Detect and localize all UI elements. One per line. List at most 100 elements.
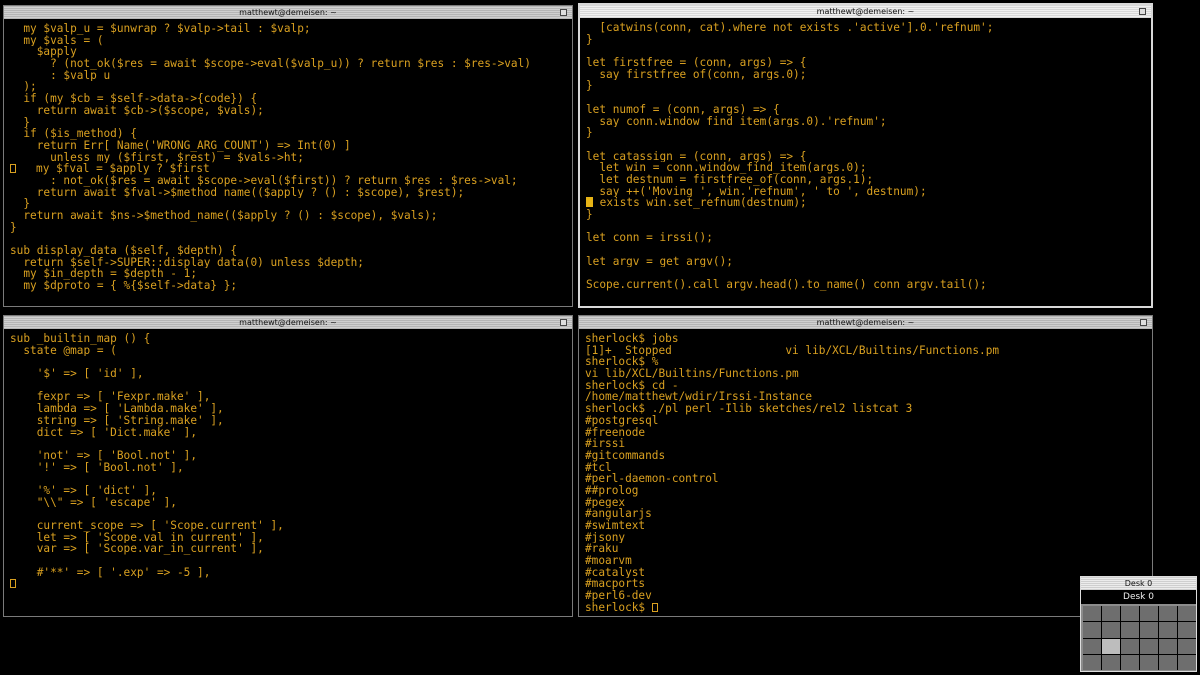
terminal-line: unless my ($first, $rest) = $vals->ht; bbox=[10, 151, 304, 164]
titlebar[interactable]: matthewt@demeisen: ~ bbox=[4, 316, 572, 329]
terminal-content[interactable]: sherlock$ jobs [1]+ Stopped vi lib/XCL/Bu… bbox=[579, 329, 1152, 614]
terminal-line: #tcl bbox=[585, 461, 612, 474]
terminal-line: say conn.window_find_item(args.0).'refnu… bbox=[586, 115, 887, 128]
terminal-line: #macports bbox=[585, 578, 646, 591]
terminal-line: string => [ 'String.make' ], bbox=[10, 414, 224, 427]
pager-desktop-cell[interactable] bbox=[1102, 638, 1120, 654]
terminal-line: '$' => [ 'id' ], bbox=[10, 368, 144, 380]
pager-desktop-name[interactable]: Desk 0 bbox=[1081, 590, 1196, 604]
pager-desktop-cell[interactable] bbox=[1102, 622, 1120, 638]
pager-desktop-cell[interactable] bbox=[1159, 654, 1177, 670]
terminal-content[interactable]: sub _builtin_map () { state @map = ( '$'… bbox=[4, 329, 572, 590]
terminal-content[interactable]: [catwins(conn, cat).where not exists .'a… bbox=[580, 18, 1151, 291]
close-icon[interactable] bbox=[560, 9, 567, 16]
close-icon[interactable] bbox=[560, 319, 567, 326]
pager-desktop-cell[interactable] bbox=[1140, 606, 1158, 622]
terminal-line: my $valp_u = $unwrap ? $valp->tail : $va… bbox=[10, 23, 311, 35]
titlebar[interactable]: matthewt@demeisen: ~ bbox=[580, 5, 1151, 18]
terminal-line: return await $ns->$method_name(($apply ?… bbox=[10, 210, 438, 222]
terminal-line: let firstfree = (conn, args) => { bbox=[586, 57, 807, 69]
terminal-window-bottom-right[interactable]: matthewt@demeisen: ~ sherlock$ jobs [1]+ … bbox=[578, 315, 1153, 617]
terminal-line: #moarvm bbox=[585, 555, 632, 567]
pager-desktop-cell[interactable] bbox=[1083, 638, 1101, 654]
terminal-content[interactable]: my $valp_u = $unwrap ? $valp->tail : $va… bbox=[4, 19, 572, 292]
terminal-line: #swimtext bbox=[585, 520, 646, 532]
pager-title: Desk 0 bbox=[1081, 577, 1196, 590]
pager-desktop-cell[interactable] bbox=[1140, 638, 1158, 654]
terminal-line: sub _builtin_map () { bbox=[10, 333, 151, 345]
terminal-line: if (my $cb = $self->data->{code}) { bbox=[10, 93, 258, 105]
terminal-line: '%' => [ 'dict' ], bbox=[10, 484, 157, 497]
window-title: matthewt@demeisen: ~ bbox=[235, 8, 341, 17]
pager-desktop-cell[interactable] bbox=[1178, 654, 1196, 670]
terminal-line: '!' => [ 'Bool.not' ], bbox=[10, 461, 184, 474]
pager-desktop-cell[interactable] bbox=[1083, 606, 1101, 622]
pager-desktop-cell[interactable] bbox=[1178, 622, 1196, 638]
pager-grid[interactable] bbox=[1083, 606, 1196, 670]
pager-desktop-cell[interactable] bbox=[1121, 606, 1139, 622]
terminal-line: current_scope => [ 'Scope.current' ], bbox=[10, 520, 284, 532]
titlebar[interactable]: matthewt@demeisen: ~ bbox=[4, 6, 572, 19]
terminal-line: my $in_depth = $depth - 1; bbox=[10, 268, 198, 281]
terminal-line: sub display_data ($self, $depth) { bbox=[10, 245, 238, 257]
terminal-line: let destnum = firstfree_of(conn, args.1)… bbox=[586, 173, 874, 186]
pager-desktop-cell[interactable] bbox=[1121, 638, 1139, 654]
terminal-line: var => [ 'Scope.var_in_current' ], bbox=[10, 543, 264, 556]
terminal-window-top-left[interactable]: matthewt@demeisen: ~ my $valp_u = $unwra… bbox=[3, 5, 573, 307]
terminal-line: let catassign = (conn, args) => { bbox=[586, 150, 807, 163]
shell-prompt[interactable]: sherlock$ bbox=[585, 602, 1146, 614]
pager-desktop-cell[interactable] bbox=[1140, 654, 1158, 670]
terminal-line: 'not' => [ 'Bool.not' ], bbox=[10, 449, 198, 462]
terminal-line: } bbox=[586, 127, 593, 139]
terminal-line: [catwins(conn, cat).where not exists .'a… bbox=[586, 22, 994, 34]
desktop-pager[interactable]: Desk 0 Desk 0 bbox=[1080, 576, 1197, 672]
terminal-line: let => [ 'Scope.val_in_current' ], bbox=[10, 531, 264, 544]
close-icon[interactable] bbox=[1139, 8, 1146, 15]
pager-desktop-cell[interactable] bbox=[1102, 654, 1120, 670]
terminal-line: #angularjs bbox=[585, 508, 652, 520]
terminal-line: let argv = get_argv(); bbox=[586, 255, 733, 268]
terminal-window-bottom-left[interactable]: matthewt@demeisen: ~ sub _builtin_map ()… bbox=[3, 315, 573, 617]
terminal-line: lambda => [ 'Lambda.make' ], bbox=[10, 403, 224, 415]
terminal-line: #postgresql bbox=[585, 414, 659, 427]
pager-desktop-cell[interactable] bbox=[1083, 622, 1101, 638]
terminal-line: if ($is_method) { bbox=[10, 128, 137, 140]
pager-desktop-cell[interactable] bbox=[1178, 638, 1196, 654]
pager-desktop-cell[interactable] bbox=[1159, 622, 1177, 638]
terminal-line: #'**' => [ '.exp' => -5 ], bbox=[10, 566, 211, 579]
window-title: matthewt@demeisen: ~ bbox=[812, 318, 919, 327]
terminal-line: #catalyst bbox=[585, 566, 646, 579]
terminal-line: say ++('Moving ', win.'refnum', ' to ', … bbox=[586, 185, 927, 198]
terminal-line: /home/matthewt/wdir/Irssi-Instance bbox=[585, 391, 813, 404]
terminal-line: let win = conn.window_find_item(args.0); bbox=[586, 162, 867, 174]
titlebar[interactable]: matthewt@demeisen: ~ bbox=[579, 316, 1152, 329]
terminal-line: ##prolog bbox=[585, 484, 639, 497]
pager-desktop-cell[interactable] bbox=[1102, 606, 1120, 622]
pager-desktop-cell[interactable] bbox=[1178, 606, 1196, 622]
terminal-line: $apply bbox=[10, 46, 77, 59]
terminal-line: let numof = (conn, args) => { bbox=[586, 103, 780, 116]
terminal-line: } bbox=[586, 33, 593, 46]
close-icon[interactable] bbox=[1140, 319, 1147, 326]
pager-desktop-cell[interactable] bbox=[1140, 622, 1158, 638]
terminal-line: ? (not_ok($res = await $scope->eval($val… bbox=[10, 58, 531, 70]
terminal-line: return await $fval->$method_name(($apply… bbox=[10, 186, 465, 199]
pager-desktop-cell[interactable] bbox=[1083, 654, 1101, 670]
pager-desktop-cell[interactable] bbox=[1121, 654, 1139, 670]
terminal-line: sherlock$ jobs bbox=[585, 333, 679, 345]
pager-desktop-cell[interactable] bbox=[1159, 638, 1177, 654]
pager-desktop-cell[interactable] bbox=[1159, 606, 1177, 622]
pager-desktop-cell[interactable] bbox=[1121, 622, 1139, 638]
terminal-line: "\\" => [ 'escape' ], bbox=[10, 496, 177, 509]
window-title: matthewt@demeisen: ~ bbox=[812, 7, 919, 16]
terminal-window-top-right[interactable]: matthewt@demeisen: ~ [catwins(conn, cat)… bbox=[578, 3, 1153, 308]
terminal-line: #gitcommands bbox=[585, 449, 666, 462]
terminal-line: my $dproto = { %{$self->data} }; bbox=[10, 280, 238, 292]
